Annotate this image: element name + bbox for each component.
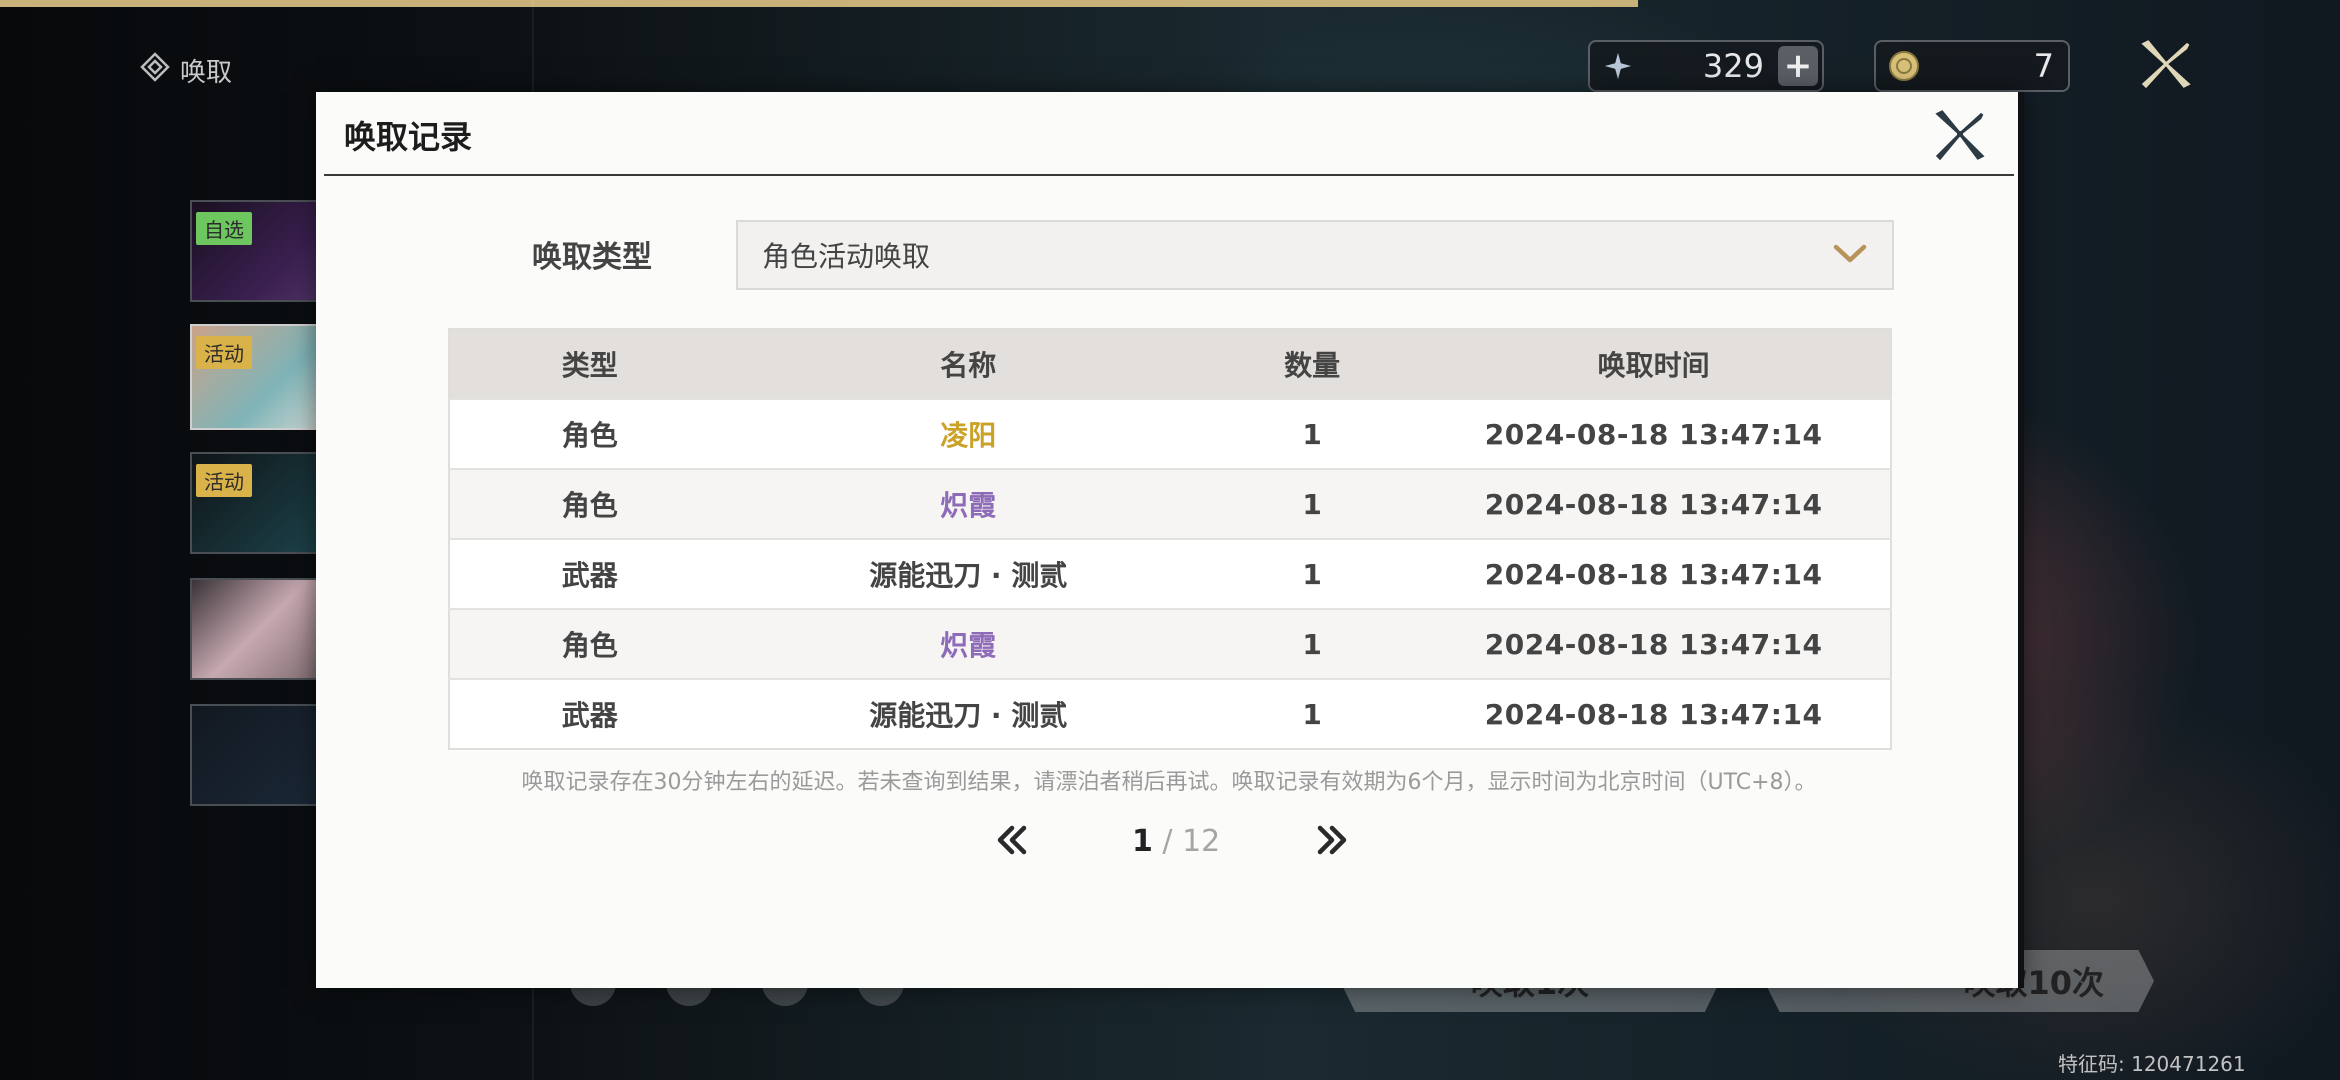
pagination: 1 / 12: [316, 820, 2022, 880]
close-modal-button[interactable]: [1932, 106, 1988, 162]
double-chevron-left-icon: [997, 825, 1027, 855]
previous-page-button[interactable]: [992, 820, 1032, 860]
table-header-row: 类型 名称 数量 唤取时间: [449, 329, 1891, 399]
convene-type-label: 唤取类型: [532, 240, 652, 275]
banner-tag: 自选: [196, 212, 252, 245]
radiant-tide-counter: 7: [1874, 40, 2070, 92]
current-page: 1: [1132, 824, 1153, 859]
banner-tag: 活动: [196, 464, 252, 497]
top-accent-bar: [0, 0, 1638, 7]
table-row: 角色 炽霞 1 2024-08-18 13:47:14: [449, 608, 1891, 679]
row-time: 2024-08-18 13:47:14: [1417, 678, 1891, 749]
row-time: 2024-08-18 13:47:14: [1417, 538, 1891, 609]
row-time: 2024-08-18 13:47:14: [1417, 468, 1891, 539]
radiant-tide-value: 7: [2033, 47, 2054, 85]
row-qty: 1: [1207, 538, 1418, 609]
radiant-tide-icon: [1888, 50, 1920, 82]
page-label: 唤取: [140, 52, 232, 89]
convene-type-dropdown[interactable]: 角色活动唤取: [736, 220, 1894, 290]
convene-icon: [140, 52, 170, 89]
astrite-value: 329: [1702, 47, 1764, 85]
column-header-qty: 数量: [1207, 329, 1418, 399]
row-qty: 1: [1207, 678, 1418, 749]
convene-records-table: 类型 名称 数量 唤取时间 角色 凌阳 1 2024-08-18 13:47:1…: [448, 328, 1892, 750]
astrite-icon: [1602, 50, 1634, 82]
convene-history-modal: 唤取记录 唤取类型 角色活动唤取 类型 名称 数量 唤取时间 角色 凌阳 1 2…: [316, 92, 2022, 988]
row-name: 源能迅刀 · 测贰: [729, 538, 1208, 609]
table-row: 角色 凌阳 1 2024-08-18 13:47:14: [449, 398, 1891, 469]
astrite-counter: 329 +: [1588, 40, 1824, 92]
banner-tag: 活动: [196, 336, 252, 369]
column-header-time: 唤取时间: [1417, 329, 1891, 399]
add-astrite-button[interactable]: +: [1778, 46, 1818, 86]
column-header-name: 名称: [729, 329, 1208, 399]
row-type: 武器: [449, 678, 730, 749]
row-type: 武器: [449, 538, 730, 609]
convene-type-value: 角色活动唤取: [762, 240, 931, 273]
row-time: 2024-08-18 13:47:14: [1417, 398, 1891, 469]
delay-notice: 唤取记录存在30分钟左右的延迟。若未查询到结果，请漂泊者稍后再试。唤取记录有效期…: [521, 770, 1817, 795]
row-name: 源能迅刀 · 测贰: [729, 678, 1208, 749]
row-qty: 1: [1207, 398, 1418, 469]
row-name: 凌阳: [729, 398, 1208, 469]
table-row: 角色 炽霞 1 2024-08-18 13:47:14: [449, 468, 1891, 539]
row-type: 角色: [449, 398, 730, 469]
modal-header: 唤取记录: [316, 92, 2022, 174]
modal-title: 唤取记录: [344, 118, 473, 156]
row-time: 2024-08-18 13:47:14: [1417, 608, 1891, 679]
close-icon: [1935, 110, 1985, 161]
feature-code: 特征码: 120471261: [2058, 1052, 2246, 1076]
page-label-text: 唤取: [180, 58, 233, 88]
modal-edge: [2018, 92, 2024, 988]
header-divider: [324, 174, 2014, 176]
row-type: 角色: [449, 468, 730, 539]
page-separator: /: [1152, 824, 1183, 859]
row-name: 炽霞: [729, 608, 1208, 679]
column-header-type: 类型: [449, 329, 730, 399]
page-indicator: 1 / 12: [1132, 824, 1220, 859]
table-row: 武器 源能迅刀 · 测贰 1 2024-08-18 13:47:14: [449, 678, 1891, 749]
close-icon: [2141, 40, 2191, 89]
table-row: 武器 源能迅刀 · 测贰 1 2024-08-18 13:47:14: [449, 538, 1891, 609]
exit-convene-button[interactable]: [2140, 38, 2192, 90]
row-qty: 1: [1207, 468, 1418, 539]
row-qty: 1: [1207, 608, 1418, 679]
next-page-button[interactable]: [1312, 820, 1352, 860]
total-pages: 12: [1182, 824, 1221, 859]
double-chevron-right-icon: [1317, 825, 1347, 855]
row-type: 角色: [449, 608, 730, 679]
row-name: 炽霞: [729, 468, 1208, 539]
chevron-down-icon: [1833, 244, 1867, 263]
